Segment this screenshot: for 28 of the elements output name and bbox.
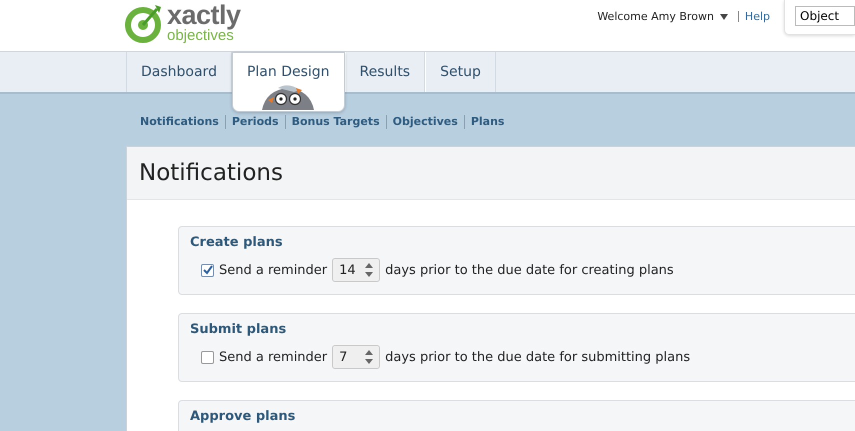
subnav-link[interactable]: Plans bbox=[470, 115, 504, 128]
section-title: Submit plans bbox=[190, 322, 288, 337]
subnav-link[interactable]: Periods bbox=[232, 115, 279, 128]
nav-tab[interactable]: Setup bbox=[425, 52, 496, 92]
reminder-label: Send a reminder bbox=[219, 262, 328, 278]
days-stepper[interactable]: 7 bbox=[332, 345, 380, 369]
page-title: Notifications bbox=[139, 160, 283, 186]
welcome-user-menu[interactable]: Welcome Amy Brown bbox=[597, 10, 714, 23]
logo-product-name: objectives bbox=[167, 28, 234, 43]
section-title: Create plans bbox=[190, 235, 284, 250]
checkbox[interactable] bbox=[201, 264, 214, 276]
help-link[interactable]: Help bbox=[744, 10, 770, 23]
stepper-arrows-icon[interactable] bbox=[365, 263, 374, 277]
stepper-arrows-icon[interactable] bbox=[365, 350, 374, 364]
search-field[interactable]: Object bbox=[795, 6, 855, 26]
nav-tab[interactable]: Results bbox=[344, 52, 426, 92]
subnav-link[interactable]: Bonus Targets bbox=[292, 115, 380, 128]
subnav-link[interactable]: Objectives bbox=[392, 115, 458, 128]
reminder-label: Send a reminder bbox=[219, 350, 328, 364]
nav-tab[interactable]: Plan Design bbox=[232, 52, 345, 112]
checkbox[interactable] bbox=[201, 350, 214, 364]
subnav-link[interactable]: Notifications bbox=[140, 115, 219, 128]
reminder-description: days prior to the due date for creating plans bbox=[385, 262, 674, 278]
days-stepper[interactable]: 14 bbox=[332, 258, 380, 282]
caret-icon[interactable] bbox=[720, 14, 728, 20]
section-title: Approve plans bbox=[190, 409, 296, 424]
reminder-description: days prior to the due date for submitting plans bbox=[385, 350, 690, 364]
logo-wordmark: xactly bbox=[167, 2, 241, 29]
